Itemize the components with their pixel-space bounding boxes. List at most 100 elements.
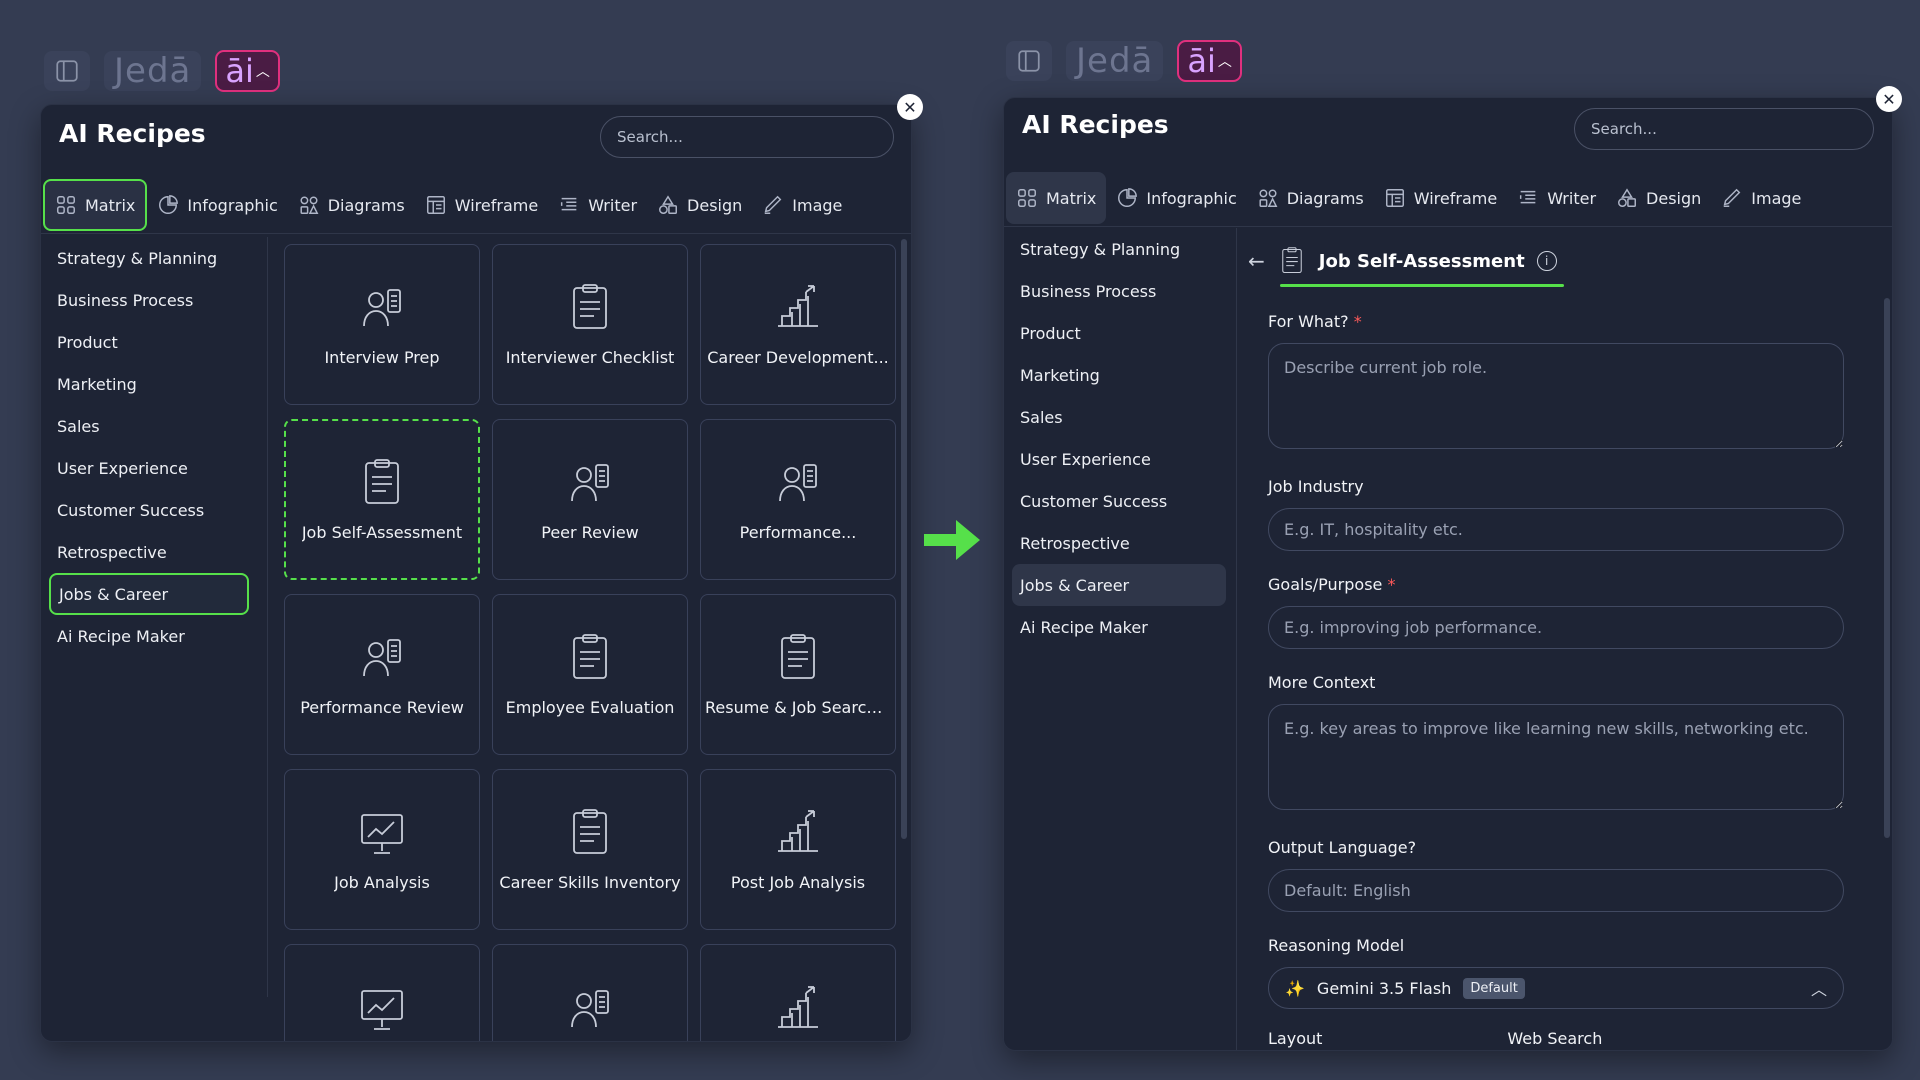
design-shapes-icon [657,194,679,216]
info-icon[interactable]: i [1536,251,1557,271]
jeda-logo: Jedā [104,51,202,91]
matrix-icon [55,194,77,216]
sidebar-item-product[interactable]: Product [1012,312,1226,354]
sidebar-item-ai-recipe-maker[interactable]: Ai Recipe Maker [49,615,249,657]
for-what-field[interactable] [1268,343,1844,449]
grid-scrollbar[interactable] [901,239,907,839]
sidebar-item-user-experience[interactable]: User Experience [49,447,249,489]
recipe-card-post-job-analysis[interactable]: Post Job Analysis [700,769,896,930]
chevron-up-icon: ︿ [255,64,270,80]
matrix-icon [1016,187,1038,209]
tab-diagrams[interactable]: Diagrams [288,179,415,231]
sidebar-item-marketing[interactable]: Marketing [1012,354,1226,396]
recipe-card-career-development[interactable]: Career Development... [700,244,896,405]
recipe-card-interviewer-checklist[interactable]: Interviewer Checklist [492,244,688,405]
sidebar-item-jobs-career[interactable]: Jobs & Career [1012,564,1226,606]
text-lines-icon [1517,187,1539,209]
recipe-card-partial-3[interactable] [700,944,896,1041]
left-toolbar: Jedā āi ︿ [44,50,280,92]
model-value: Gemini 3.5 Flash [1316,978,1452,998]
sidebar-item-sales[interactable]: Sales [1012,396,1226,438]
sidebar-item-business-process[interactable]: Business Process [1012,270,1226,312]
recipe-card-partial-1[interactable] [284,944,480,1041]
sidebar-toggle-button[interactable] [44,51,90,91]
sidebar-toggle-button[interactable] [1006,41,1052,81]
tab-design[interactable]: Design [647,179,752,231]
recipe-card-employee-evaluation[interactable]: Employee Evaluation [492,594,688,755]
tools-gear-icon [772,983,824,1035]
more-context-field[interactable] [1268,704,1844,810]
sidebar-item-customer-success[interactable]: Customer Success [1012,480,1226,522]
tabs-divider [41,233,911,234]
resume-icon [772,632,824,684]
sidebar-divider [267,237,268,997]
sidebar-item-marketing[interactable]: Marketing [49,363,249,405]
recipe-card-peer-review[interactable]: Peer Review [492,419,688,580]
recipe-card-job-analysis[interactable]: Job Analysis [284,769,480,930]
category-sidebar: Strategy & Planning Business Process Pro… [49,237,249,657]
tab-design[interactable]: Design [1606,172,1711,224]
person-star-icon [564,983,616,1035]
tab-bar: Matrix Infographic Diagrams Wireframe Wr… [1006,172,1811,224]
tab-writer[interactable]: Writer [1507,172,1606,224]
reasoning-model-select[interactable]: ✨ Gemini 3.5 Flash Default ︿ [1268,967,1844,1009]
tab-diagrams[interactable]: Diagrams [1247,172,1374,224]
sidebar-item-sales[interactable]: Sales [49,405,249,447]
sidebar-item-retrospective[interactable]: Retrospective [49,531,249,573]
tab-wireframe[interactable]: Wireframe [1374,172,1507,224]
sidebar-item-retrospective[interactable]: Retrospective [1012,522,1226,564]
right-close-button[interactable]: ✕ [1876,86,1902,112]
job-industry-field[interactable] [1268,508,1844,551]
tab-infographic[interactable]: Infographic [1106,172,1246,224]
tab-bar: Matrix Infographic Diagrams Wireframe Wr… [43,179,852,231]
shapes-icon [298,194,320,216]
tabs-divider [1004,226,1892,227]
recipe-card-job-self-assessment[interactable]: Job Self-Assessment [284,419,480,580]
recipe-card-performance-review[interactable]: Performance Review [284,594,480,755]
chevron-up-icon: ︿ [1217,54,1232,70]
recipe-card-partial-2[interactable] [492,944,688,1041]
tab-matrix[interactable]: Matrix [1006,172,1107,224]
sidebar-item-user-experience[interactable]: User Experience [1012,438,1226,480]
recipe-card-career-skills-inventory[interactable]: Career Skills Inventory [492,769,688,930]
ai-label: āi [1187,42,1216,80]
back-arrow-icon[interactable]: ← [1248,249,1265,273]
brush-icon [1721,187,1743,209]
performance-review-icon [356,632,408,684]
tab-infographic[interactable]: Infographic [147,179,287,231]
sidebar-item-strategy-planning[interactable]: Strategy & Planning [49,237,249,279]
left-close-button[interactable]: ✕ [897,94,923,120]
form-scrollbar[interactable] [1884,298,1890,838]
recipe-grid: Interview Prep Interviewer Checklist Car… [284,244,896,1041]
ai-menu-button[interactable]: āi ︿ [215,50,280,92]
sidebar-item-ai-recipe-maker[interactable]: Ai Recipe Maker [1012,606,1226,648]
panel-title: AI Recipes [59,119,206,148]
default-badge: Default [1463,977,1525,999]
tab-writer[interactable]: Writer [548,179,647,231]
output-language-field[interactable] [1268,869,1844,912]
search-input[interactable] [600,116,894,158]
interview-icon [356,282,408,334]
sidebar-item-business-process[interactable]: Business Process [49,279,249,321]
recipe-card-resume-job-search[interactable]: Resume & Job Search... [700,594,896,755]
recipe-title: Job Self-Assessment [1318,250,1525,272]
recipe-card-performance[interactable]: Performance... [700,419,896,580]
recipe-card-interview-prep[interactable]: Interview Prep [284,244,480,405]
brush-icon [762,194,784,216]
sidebar-item-strategy-planning[interactable]: Strategy & Planning [1012,228,1226,270]
job-industry-label: Job Industry [1268,477,1364,496]
clipboard-check-icon [356,457,408,509]
tab-image[interactable]: Image [752,179,852,231]
sidebar-item-customer-success[interactable]: Customer Success [49,489,249,531]
left-ai-recipes-panel: AI Recipes Matrix Infographic Diagrams W… [40,104,912,1042]
search-input[interactable] [1574,108,1874,150]
sidebar-item-jobs-career[interactable]: Jobs & Career [49,573,249,615]
tab-wireframe[interactable]: Wireframe [415,179,548,231]
ai-menu-button[interactable]: āi ︿ [1177,40,1242,82]
goals-purpose-field[interactable] [1268,606,1844,649]
sparkle-icon: ✨ [1285,978,1305,998]
analysis-hand-icon [772,807,824,859]
tab-matrix[interactable]: Matrix [43,179,148,231]
tab-image[interactable]: Image [1711,172,1811,224]
sidebar-item-product[interactable]: Product [49,321,249,363]
